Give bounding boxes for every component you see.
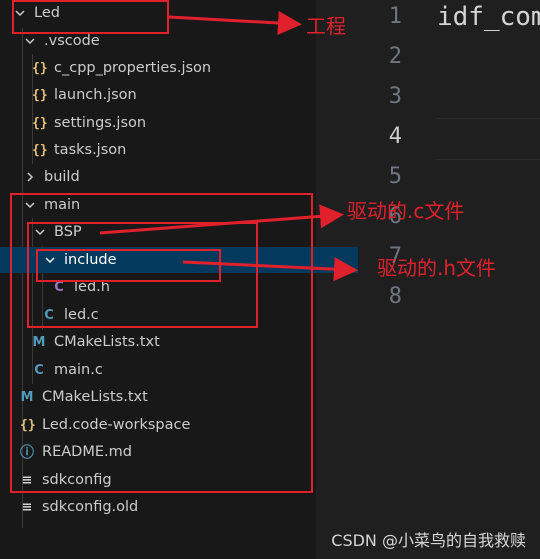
- annotation-project-label: 工程: [306, 14, 346, 38]
- current-line-highlight: [436, 118, 540, 160]
- annotation-c-files-label: 驱动的.c文件: [347, 199, 465, 223]
- json-file-icon: {}: [32, 115, 48, 131]
- watermark: CSDN @小菜鸟的自我救赎: [331, 531, 526, 550]
- chevron-right-icon: [22, 169, 38, 185]
- tree-file-c-cpp-properties[interactable]: {} c_cpp_properties.json: [0, 55, 348, 81]
- line-number: 2: [388, 44, 402, 69]
- json-file-icon: {}: [32, 142, 48, 158]
- tree-item-label: settings.json: [54, 115, 147, 131]
- line-number: 1: [388, 4, 402, 29]
- annotation-box-include: [36, 249, 221, 282]
- annotation-h-files-label: 驱动的.h文件: [377, 256, 497, 280]
- line-number: 8: [388, 284, 402, 309]
- tree-item-label: c_cpp_properties.json: [54, 60, 212, 76]
- tree-file-settings[interactable]: {} settings.json: [0, 110, 348, 136]
- chevron-down-icon: [22, 33, 38, 49]
- tree-item-label: tasks.json: [54, 142, 127, 158]
- tree-item-label: sdkconfig.old: [42, 499, 139, 515]
- tree-item-label: build: [44, 169, 80, 185]
- json-file-icon: {}: [32, 60, 48, 76]
- code-line[interactable]: idf_com: [437, 2, 540, 32]
- tree-folder-build[interactable]: build: [0, 164, 338, 190]
- tree-item-label: launch.json: [54, 87, 137, 103]
- tree-item-label: .vscode: [44, 33, 100, 49]
- tree-file-sdkconfig-old[interactable]: ≡ sdkconfig.old: [0, 494, 336, 520]
- annotation-box-project: [12, 0, 169, 34]
- json-file-icon: {}: [32, 87, 48, 103]
- line-number: 5: [388, 164, 402, 189]
- line-number: 3: [388, 84, 402, 109]
- tree-file-tasks[interactable]: {} tasks.json: [0, 137, 348, 163]
- config-file-icon: ≡: [21, 499, 33, 515]
- line-number-active: 4: [388, 124, 402, 149]
- tree-file-launch[interactable]: {} launch.json: [0, 82, 348, 108]
